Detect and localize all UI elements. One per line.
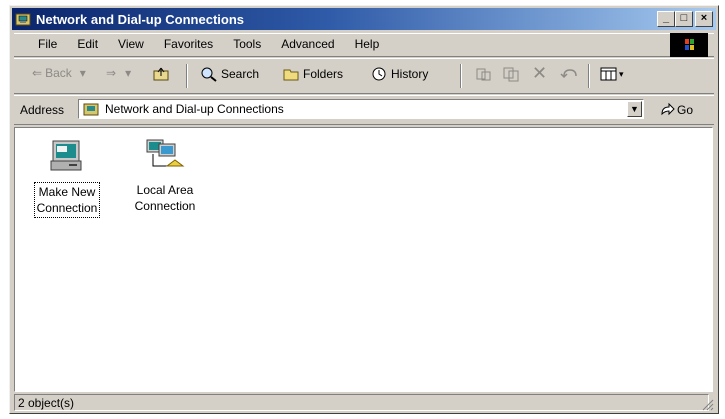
- up-folder-icon: [153, 67, 169, 81]
- go-button[interactable]: Go: [659, 102, 693, 118]
- undo-icon: [560, 69, 577, 79]
- forward-button[interactable]: ⇒ ▾: [106, 66, 131, 80]
- status-bar: 2 object(s): [14, 394, 714, 411]
- windows-flag-icon: [685, 39, 694, 50]
- delete-button[interactable]: ✕: [532, 63, 547, 84]
- undo-button[interactable]: [560, 66, 580, 82]
- up-button[interactable]: [152, 66, 170, 82]
- menu-tools[interactable]: Tools: [223, 37, 271, 51]
- item-label-line1: Local Area: [136, 183, 194, 197]
- item-label-line2: Connection: [134, 199, 196, 213]
- views-dropdown-icon[interactable]: ▾: [619, 69, 624, 80]
- forward-arrow-icon: ⇒: [106, 66, 117, 80]
- address-label: Address: [20, 103, 65, 117]
- address-dropdown-button[interactable]: ▼: [627, 101, 642, 117]
- item-label-line2: Connection: [36, 201, 98, 215]
- minimize-button[interactable]: _: [657, 11, 675, 27]
- back-arrow-icon: ⇐: [32, 66, 43, 80]
- standard-toolbar: ⇐ Back ▾ ⇒ ▾ Search Folders History ✕ ▾: [14, 58, 714, 94]
- address-bar: Address Network and Dial-up Connections …: [14, 95, 714, 125]
- search-button[interactable]: Search: [200, 66, 259, 82]
- menu-edit[interactable]: Edit: [67, 37, 108, 51]
- folders-button[interactable]: Folders: [282, 66, 343, 82]
- close-button[interactable]: ×: [695, 11, 713, 27]
- network-connections-icon: [83, 103, 99, 116]
- folders-icon: [283, 69, 299, 81]
- copy-to-button[interactable]: [502, 66, 520, 82]
- delete-icon: ✕: [532, 63, 548, 83]
- explorer-window: Network and Dial-up Connections _ □ × Fi…: [9, 5, 719, 414]
- menu-favorites[interactable]: Favorites: [154, 37, 223, 51]
- title-bar[interactable]: Network and Dial-up Connections _ □ ×: [12, 8, 716, 30]
- address-input[interactable]: Network and Dial-up Connections ▼: [78, 99, 644, 119]
- menu-bar: File Edit View Favorites Tools Advanced …: [14, 33, 714, 57]
- history-icon: [372, 67, 386, 81]
- window-title: Network and Dial-up Connections: [36, 12, 245, 27]
- status-object-count: 2 object(s): [18, 396, 75, 410]
- status-panel: 2 object(s): [14, 394, 709, 411]
- history-button[interactable]: History: [370, 66, 428, 82]
- forward-dropdown-icon[interactable]: ▾: [125, 66, 131, 80]
- network-folder-icon: [15, 13, 31, 26]
- menu-view[interactable]: View: [108, 37, 154, 51]
- file-list-pane[interactable]: Make New Connection Local Area Connectio…: [14, 127, 713, 392]
- views-icon: [600, 67, 617, 81]
- menu-advanced[interactable]: Advanced: [271, 37, 344, 51]
- copy-to-icon: [503, 67, 519, 82]
- maximize-button[interactable]: □: [675, 11, 693, 27]
- toolbar-separator: [186, 64, 188, 88]
- menu-help[interactable]: Help: [345, 37, 390, 51]
- local-area-connection-item[interactable]: Local Area Connection: [125, 138, 205, 214]
- move-to-button[interactable]: [474, 66, 492, 82]
- make-new-connection-item[interactable]: Make New Connection: [27, 138, 107, 218]
- back-dropdown-icon[interactable]: ▾: [80, 66, 86, 80]
- search-icon: [201, 67, 217, 82]
- new-connection-wizard-icon: [50, 140, 82, 171]
- resize-grip-icon[interactable]: [700, 397, 714, 411]
- toolbar-separator: [460, 64, 462, 88]
- menu-file[interactable]: File: [28, 37, 67, 51]
- views-button[interactable]: ▾: [600, 66, 624, 82]
- back-button[interactable]: ⇐ Back ▾: [32, 66, 86, 80]
- move-to-icon: [476, 68, 491, 81]
- item-label-line1: Make New: [38, 185, 96, 199]
- local-area-connection-icon: [146, 139, 185, 167]
- windows-logo: [670, 33, 708, 57]
- go-arrow-icon: [661, 102, 675, 116]
- toolbar-separator: [588, 64, 590, 88]
